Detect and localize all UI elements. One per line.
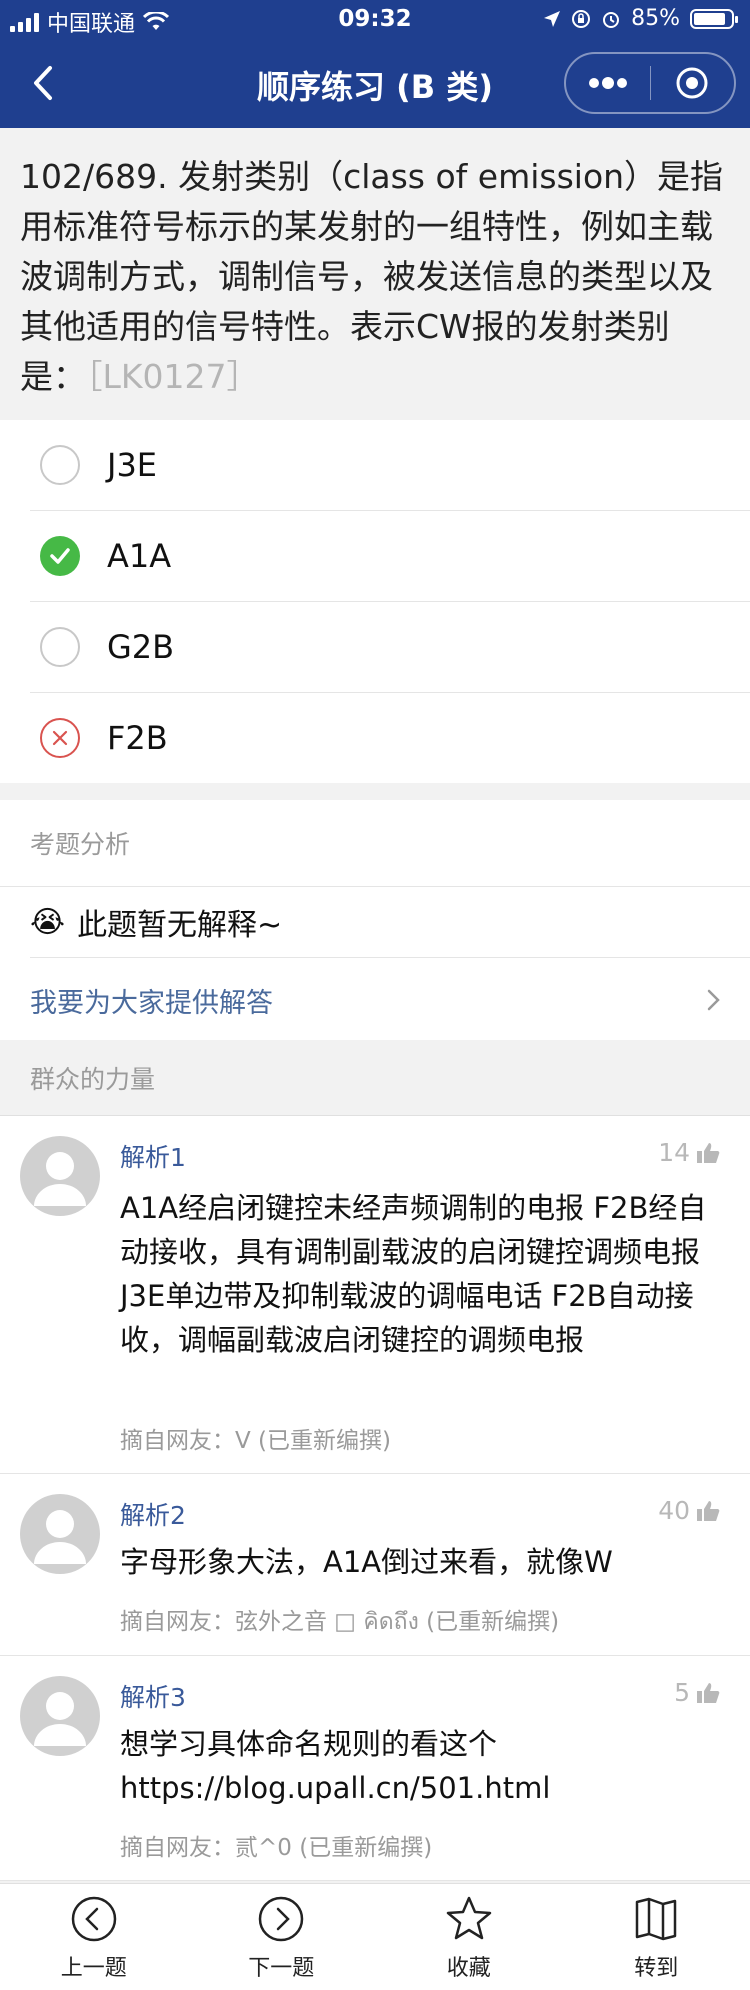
option-label: G2B	[107, 628, 174, 666]
thumbs-up-icon	[696, 1682, 720, 1704]
comment-source: 摘自网友：贰^0 (已重新编撰)	[120, 1828, 432, 1862]
target-circle-icon	[674, 65, 710, 101]
location-arrow-icon	[543, 10, 561, 28]
option-f2b[interactable]: F2B	[30, 693, 750, 783]
like-button[interactable]: 40	[658, 1496, 720, 1525]
comment-card: 解析2 40 字母形象大法，A1A倒过来看，就像W 摘自网友：弦外之音 □ คิ…	[0, 1474, 750, 1656]
like-button[interactable]: 5	[674, 1678, 720, 1707]
tab-prev-question[interactable]: 上一题	[0, 1884, 188, 1990]
lock-rotation-icon	[571, 9, 591, 29]
option-a1a[interactable]: A1A	[30, 511, 750, 602]
tab-jump-to[interactable]: 转到	[563, 1884, 750, 1990]
options-list: J3E A1A G2B F2B	[0, 420, 750, 783]
comment-title: 解析3	[120, 1678, 186, 1714]
avatar[interactable]	[20, 1676, 100, 1756]
user-silhouette-icon	[20, 1494, 100, 1574]
like-count: 14	[658, 1138, 690, 1167]
tab-label: 上一题	[61, 1950, 127, 1982]
mini-program-capsule	[564, 52, 736, 114]
battery-percent: 85%	[631, 6, 680, 31]
bottom-tab-bar: 上一题 下一题 收藏 转到	[0, 1883, 750, 1990]
check-circle-icon	[40, 536, 80, 576]
option-g2b[interactable]: G2B	[30, 602, 750, 693]
tab-label: 转到	[634, 1950, 678, 1982]
provide-answer-link[interactable]: 我要为大家提供解答	[30, 958, 750, 1042]
tab-label: 收藏	[447, 1950, 491, 1982]
thumbs-up-icon	[696, 1500, 720, 1522]
tab-next-question[interactable]: 下一题	[188, 1884, 376, 1990]
more-button[interactable]	[566, 54, 650, 112]
avatar[interactable]	[20, 1136, 100, 1216]
analysis-header: 考题分析	[0, 825, 130, 861]
question-code: ［LK0127］	[86, 357, 260, 396]
next-circle-icon	[256, 1894, 306, 1944]
crowd-header: 群众的力量	[0, 1060, 155, 1096]
radio-empty-icon	[40, 627, 80, 667]
nav-bar: 顺序练习 (B 类)	[0, 40, 750, 128]
star-icon	[444, 1894, 494, 1944]
option-label: J3E	[107, 446, 157, 484]
comment-source: 摘自网友：弦外之音 □ คิดถึง (已重新编撰)	[120, 1602, 559, 1640]
comment-title: 解析1	[120, 1138, 186, 1174]
book-icon	[631, 1894, 681, 1944]
crying-emoji-icon: 😭	[30, 905, 65, 940]
battery-icon	[690, 9, 734, 29]
comment-text: 字母形象大法，A1A倒过来看，就像W	[120, 1540, 730, 1584]
thumbs-up-icon	[696, 1142, 720, 1164]
like-count: 5	[674, 1678, 690, 1707]
comment-title: 解析2	[120, 1496, 186, 1532]
provide-answer-label: 我要为大家提供解答	[30, 981, 273, 1020]
no-explanation-row: 😭 此题暂无解释~	[30, 887, 750, 958]
chevron-right-icon	[706, 988, 722, 1012]
analysis-header-row: 考题分析	[0, 800, 750, 887]
radio-empty-icon	[40, 445, 80, 485]
comment-text: 想学习具体命名规则的看这个 https://blog.upall.cn/501.…	[120, 1722, 730, 1810]
no-explanation-text: 此题暂无解释~	[77, 900, 282, 944]
status-bar: 中国联通 09:32 85%	[0, 0, 750, 40]
user-silhouette-icon	[20, 1136, 100, 1216]
user-silhouette-icon	[20, 1676, 100, 1756]
crowd-header-row: 群众的力量	[0, 1040, 750, 1116]
question-text-block: 102/689. 发射类别（class of emission）是指用标准符号标…	[0, 128, 750, 420]
like-button[interactable]: 14	[658, 1138, 720, 1167]
option-label: F2B	[107, 719, 168, 757]
tab-label: 下一题	[248, 1950, 314, 1982]
tab-favorite[interactable]: 收藏	[375, 1884, 563, 1990]
like-count: 40	[658, 1496, 690, 1525]
wrong-x-circle-icon	[40, 718, 80, 758]
more-dots-icon	[586, 76, 630, 90]
prev-circle-icon	[69, 1894, 119, 1944]
option-label: A1A	[107, 537, 171, 575]
avatar[interactable]	[20, 1494, 100, 1574]
option-j3e[interactable]: J3E	[30, 420, 750, 511]
comment-text: A1A经启闭键控未经声频调制的电报 F2B经自动接收，具有调制副载波的启闭键控调…	[120, 1186, 730, 1362]
comments-list: 解析1 14 A1A经启闭键控未经声频调制的电报 F2B经自动接收，具有调制副载…	[0, 1116, 750, 1881]
comment-card: 解析1 14 A1A经启闭键控未经声频调制的电报 F2B经自动接收，具有调制副载…	[0, 1116, 750, 1474]
close-program-button[interactable]	[651, 54, 735, 112]
comment-card: 解析3 5 想学习具体命名规则的看这个 https://blog.upall.c…	[0, 1656, 750, 1881]
analysis-section: 考题分析 😭 此题暂无解释~ 我要为大家提供解答	[0, 800, 750, 1042]
comment-source: 摘自网友：V (已重新编撰)	[120, 1421, 391, 1455]
alarm-icon	[601, 9, 621, 29]
